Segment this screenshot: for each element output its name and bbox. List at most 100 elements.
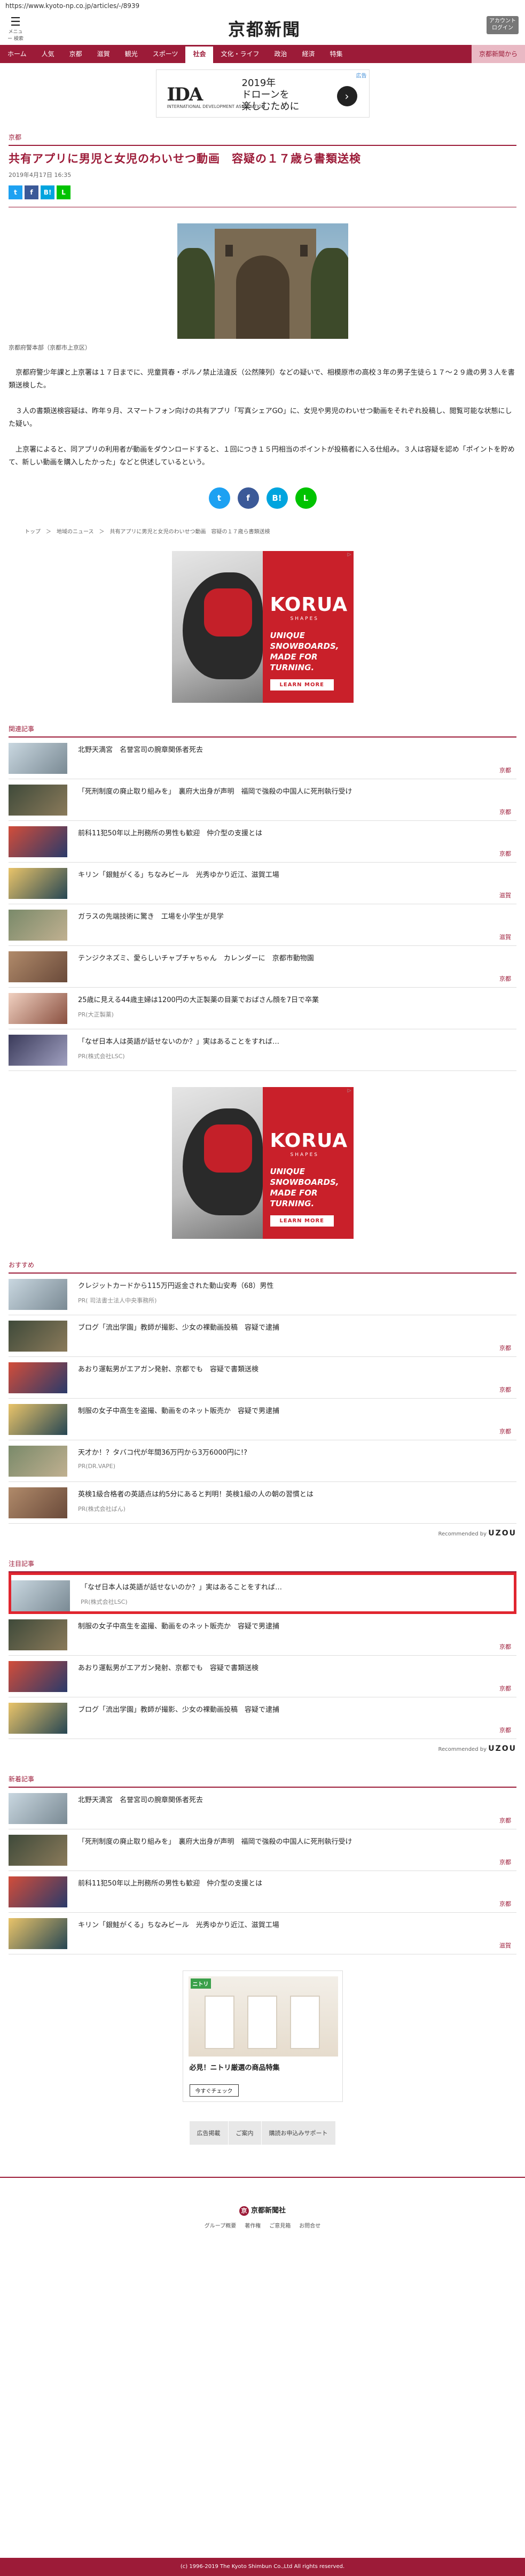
adchoices-icon[interactable]: ▷ bbox=[348, 552, 351, 557]
article-category[interactable]: 京都 bbox=[9, 133, 516, 142]
article-thumbnail[interactable] bbox=[11, 1580, 70, 1611]
list-item[interactable]: あおり運転男がエアガン発射、京都でも 容疑で書類送検 京都 bbox=[9, 1656, 516, 1697]
breadcrumb[interactable]: トップ ＞ 地域のニュース ＞ 共有アプリに男児と女児のわいせつ動画 容疑の１７… bbox=[9, 527, 516, 535]
article-thumbnail[interactable] bbox=[9, 785, 67, 816]
article-photo[interactable] bbox=[177, 223, 348, 339]
list-item[interactable]: ガラスの先端技術に驚き 工場を小学生が見学 滋賀 bbox=[9, 904, 516, 946]
footer-link[interactable]: 購読お申込みサポート bbox=[261, 2121, 336, 2145]
item-title[interactable]: 「死刑制度の廃止取り組みを」 裏府大出身が声明 福岡で強殺の中国人に死刑執行受け bbox=[78, 786, 511, 796]
learn-more-button[interactable]: LEARN MORE bbox=[270, 679, 334, 690]
nav-item[interactable]: 政治 bbox=[267, 45, 295, 63]
nav-item[interactable]: 人気 bbox=[34, 45, 62, 63]
item-title[interactable]: あおり運転男がエアガン発射、京都でも 容疑で書類送検 bbox=[78, 1662, 511, 1672]
facebook-icon[interactable]: f bbox=[237, 487, 259, 509]
article-thumbnail[interactable] bbox=[9, 993, 67, 1024]
footer-link[interactable]: 広告掲載 bbox=[189, 2121, 229, 2145]
list-item[interactable]: ブログ「流出学園」教師が撮影、少女の裸動画投稿 容疑で逮捕 京都 bbox=[9, 1697, 516, 1739]
item-title[interactable]: 「なぜ日本人は英語が話せないのか？」実はあることをすれば… bbox=[81, 1581, 508, 1592]
footer-sub-link[interactable]: グループ概要 bbox=[205, 2221, 236, 2229]
article-thumbnail[interactable] bbox=[9, 1446, 67, 1477]
article-thumbnail[interactable] bbox=[9, 1661, 67, 1692]
article-thumbnail[interactable] bbox=[9, 868, 67, 899]
twitter-icon[interactable]: t bbox=[208, 487, 230, 509]
item-title[interactable]: テンジクネズミ、愛らしいチャプチャちゃん カレンダーに 京都市動物園 bbox=[78, 952, 511, 963]
item-title[interactable]: 制服の女子中高生を盗撮、動画をのネット販売か 容疑で男逮捕 bbox=[78, 1405, 511, 1415]
article-thumbnail[interactable] bbox=[9, 1876, 67, 1907]
list-item[interactable]: テンジクネズミ、愛らしいチャプチャちゃん カレンダーに 京都市動物園 京都 bbox=[9, 946, 516, 988]
article-thumbnail[interactable] bbox=[9, 826, 67, 857]
top-banner-ad[interactable]: 広告 IDA INTERNATIONAL DEVELOPMENT ASSOCIA… bbox=[155, 69, 370, 118]
footer-sub-link[interactable]: お問合せ bbox=[299, 2221, 320, 2229]
article-thumbnail[interactable] bbox=[9, 1035, 67, 1066]
nav-item[interactable]: スポーツ bbox=[145, 45, 186, 63]
line-icon[interactable]: L bbox=[57, 185, 70, 199]
list-item[interactable]: 25歳に見える44歳主婦は1200円の大正製薬の目薬でおばさん顔を7日で卒業 PR… bbox=[9, 988, 516, 1029]
item-title[interactable]: ブログ「流出学園」教師が撮影、少女の裸動画投稿 容疑で逮捕 bbox=[78, 1704, 511, 1714]
footer-sub-link[interactable]: 著作権 bbox=[245, 2221, 261, 2229]
facebook-icon[interactable]: f bbox=[25, 185, 38, 199]
footer-logo[interactable]: 京京都新聞社 bbox=[0, 2205, 525, 2216]
list-item[interactable]: 制服の女子中高生を盗撮、動画をのネット販売か 容疑で男逮捕 京都 bbox=[9, 1399, 516, 1440]
korua-ad[interactable]: KORUA SHAPES UNIQUE SNOWBOARDS, MADE FOR… bbox=[171, 551, 354, 703]
item-title[interactable]: 前科11犯50年以上刑務所の男性も歓迎 仲介型の支援とは bbox=[78, 827, 511, 837]
list-item[interactable]: キリン「銀鮭がくる」ちなみビール 光秀ゆかり近江、滋賀工場 滋賀 bbox=[9, 1913, 516, 1954]
hatena-icon[interactable]: B! bbox=[41, 185, 54, 199]
article-thumbnail[interactable] bbox=[9, 1835, 67, 1866]
nav-item[interactable]: 社会 bbox=[185, 45, 214, 63]
twitter-icon[interactable]: t bbox=[9, 185, 22, 199]
menu-button[interactable]: ☰ メニュー 検索 bbox=[6, 17, 25, 42]
article-thumbnail[interactable] bbox=[9, 1619, 67, 1650]
list-item[interactable]: 前科11犯50年以上刑務所の男性も歓迎 仲介型の支援とは 京都 bbox=[9, 821, 516, 863]
line-icon[interactable]: L bbox=[295, 487, 317, 509]
item-title[interactable]: 北野天満宮 名誉宮司の腕章関係者死去 bbox=[78, 1794, 511, 1804]
list-item[interactable]: クレジットカードから115万円返金された動山安寿（68）男性 PR( 司法書士法人… bbox=[9, 1274, 516, 1315]
footer-sub-link[interactable]: ご意見箱 bbox=[269, 2221, 291, 2229]
learn-more-button[interactable]: LEARN MORE bbox=[270, 1215, 334, 1227]
nav-item[interactable]: 経済 bbox=[295, 45, 323, 63]
item-title[interactable]: クレジットカードから115万円返金された動山安寿（68）男性 bbox=[78, 1280, 511, 1290]
list-item[interactable]: 英検1級合格者の英語点は約5分にあると判明！英検1級の人の朝の習慣とは PR(株式… bbox=[9, 1482, 516, 1524]
item-title[interactable]: キリン「銀鮭がくる」ちなみビール 光秀ゆかり近江、滋賀工場 bbox=[78, 869, 511, 879]
nav-item[interactable]: 滋賀 bbox=[90, 45, 117, 63]
nav-item[interactable]: 京都新聞から bbox=[471, 45, 525, 63]
article-thumbnail[interactable] bbox=[9, 1321, 67, 1352]
article-thumbnail[interactable] bbox=[9, 1404, 67, 1435]
item-title[interactable]: 北野天満宮 名誉宮司の腕章関係者死去 bbox=[78, 744, 511, 754]
recommended-by[interactable]: Recommended by UZOU bbox=[9, 1529, 516, 1538]
list-item[interactable]: 北野天満宮 名誉宮司の腕章関係者死去 京都 bbox=[9, 1788, 516, 1829]
item-title[interactable]: 25歳に見える44歳主婦は1200円の大正製薬の目薬でおばさん顔を7日で卒業 bbox=[78, 994, 511, 1004]
list-item[interactable]: 制服の女子中高生を盗撮、動画をのネット販売か 容疑で男逮捕 京都 bbox=[9, 1614, 516, 1656]
item-title[interactable]: 英検1級合格者の英語点は約5分にあると判明！英検1級の人の朝の習慣とは bbox=[78, 1488, 511, 1499]
nav-item[interactable]: 特集 bbox=[323, 45, 350, 63]
list-item[interactable]: 「死刑制度の廃止取り組みを」 裏府大出身が声明 福岡で強殺の中国人に死刑執行受け… bbox=[9, 779, 516, 821]
korua-ad-2[interactable]: KORUA SHAPES UNIQUE SNOWBOARDS, MADE FOR… bbox=[171, 1087, 354, 1239]
list-item[interactable]: 北野天満宮 名誉宮司の腕章関係者死去 京都 bbox=[9, 738, 516, 779]
url-bar[interactable]: https://www.kyoto-np.co.jp/articles/-/89… bbox=[0, 0, 525, 12]
check-button[interactable]: 今すぐチェック bbox=[189, 2084, 239, 2097]
article-thumbnail[interactable] bbox=[9, 1703, 67, 1734]
site-logo[interactable]: 京都新聞 bbox=[203, 16, 326, 41]
list-item[interactable]: 「死刑制度の廃止取り組みを」 裏府大出身が声明 福岡で強殺の中国人に死刑執行受け… bbox=[9, 1829, 516, 1871]
nav-item[interactable]: ホーム bbox=[0, 45, 34, 63]
article-thumbnail[interactable] bbox=[9, 1362, 67, 1393]
item-title[interactable]: ガラスの先端技術に驚き 工場を小学生が見学 bbox=[78, 911, 511, 921]
nav-item[interactable]: 文化・ライフ bbox=[213, 45, 267, 63]
article-thumbnail[interactable] bbox=[9, 910, 67, 941]
list-item[interactable]: あおり運転男がエアガン発射、京都でも 容疑で書類送検 京都 bbox=[9, 1357, 516, 1399]
nav-item[interactable]: 観光 bbox=[117, 45, 145, 63]
article-thumbnail[interactable] bbox=[9, 1793, 67, 1824]
list-item[interactable]: ブログ「流出学園」教師が撮影、少女の裸動画投稿 容疑で逮捕 京都 bbox=[9, 1315, 516, 1357]
adchoices-icon[interactable]: ▷ bbox=[348, 1088, 351, 1093]
item-title[interactable]: キリン「銀鮭がくる」ちなみビール 光秀ゆかり近江、滋賀工場 bbox=[78, 1919, 511, 1929]
nitori-ad[interactable]: ニトリ 必見！ニトリ厳選の商品特集 今すぐチェック bbox=[182, 1970, 343, 2102]
item-title[interactable]: 「なぜ日本人は英語が話せないのか？」実はあることをすれば… bbox=[78, 1036, 511, 1046]
hatena-icon[interactable]: B! bbox=[266, 487, 288, 509]
item-title[interactable]: 制服の女子中高生を盗撮、動画をのネット販売か 容疑で男逮捕 bbox=[78, 1620, 511, 1631]
login-button[interactable]: アカウント ログイン bbox=[487, 16, 519, 34]
list-item[interactable]: キリン「銀鮭がくる」ちなみビール 光秀ゆかり近江、滋賀工場 滋賀 bbox=[9, 863, 516, 904]
recommended-by[interactable]: Recommended by UZOU bbox=[9, 1744, 516, 1753]
nav-item[interactable]: 京都 bbox=[62, 45, 90, 63]
item-title[interactable]: あおり運転男がエアガン発射、京都でも 容疑で書類送検 bbox=[78, 1363, 511, 1374]
item-title[interactable]: 天才か！？タバコ代が年間36万円から3万6000円に!? bbox=[78, 1447, 511, 1457]
item-title[interactable]: 前科11犯50年以上刑務所の男性も歓迎 仲介型の支援とは bbox=[78, 1877, 511, 1888]
